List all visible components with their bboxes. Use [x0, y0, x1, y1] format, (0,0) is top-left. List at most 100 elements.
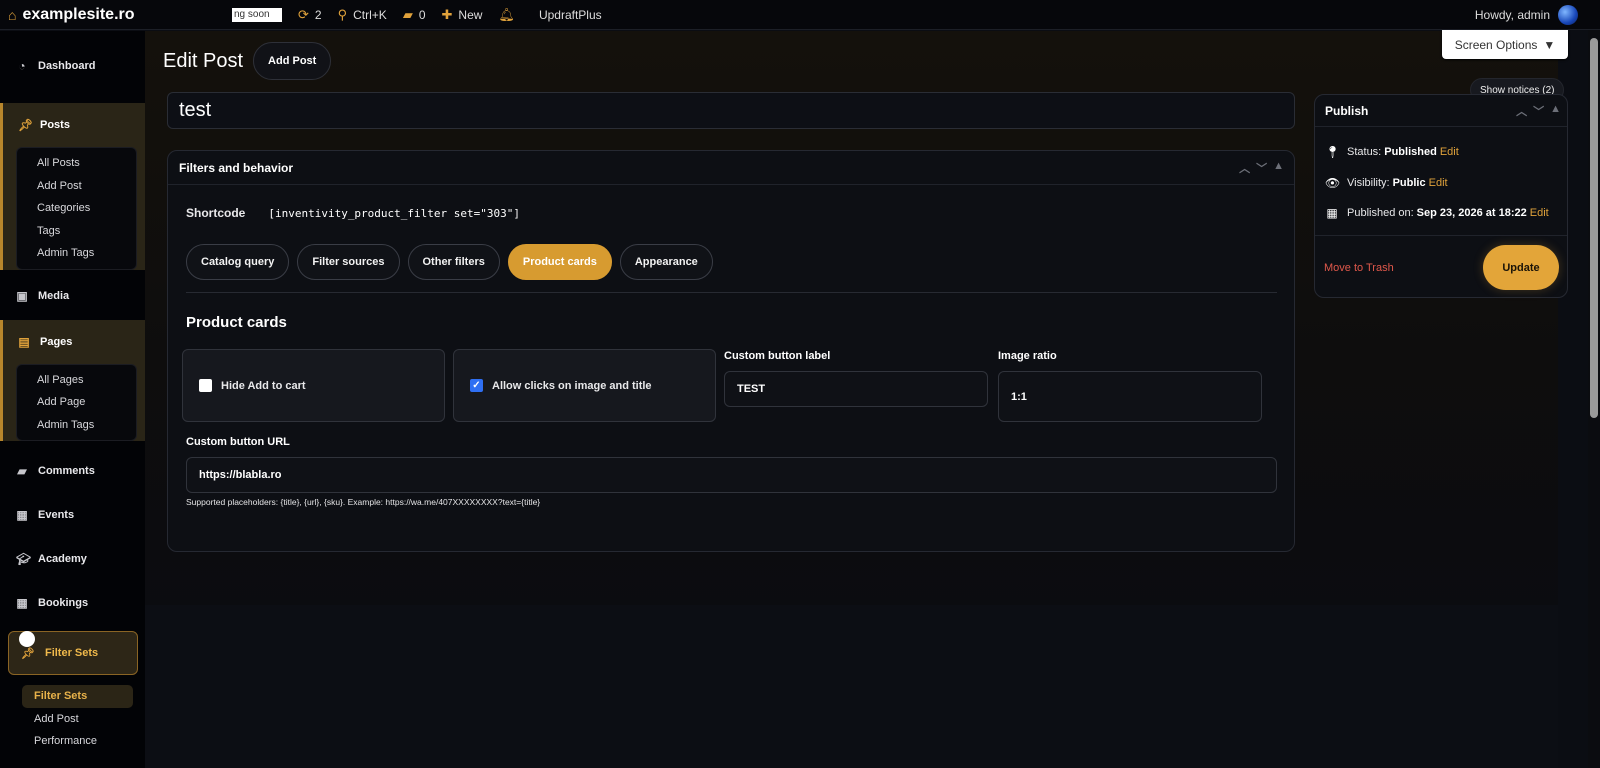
pages-submenu: All Pages Add Page Admin Tags [16, 363, 137, 441]
sidebar-group-posts: 📌︎ Posts All Posts Add Post Categories T… [0, 103, 145, 270]
edit-status-link[interactable]: Edit [1440, 146, 1459, 158]
site-name-link[interactable]: ⌂ examplesite.ro [0, 0, 224, 30]
move-up-icon[interactable]: ︿ [1239, 160, 1250, 176]
admin-sidebar: ◔ Dashboard 📌︎ Posts All Posts Add Post … [0, 31, 145, 768]
admin-bar: ⌂ examplesite.ro ng soon ⟳ 2 ⚲ Ctrl+K ▰ … [0, 0, 1600, 30]
sidebar-item-academy[interactable]: 🎓︎ Academy [0, 537, 145, 581]
submenu-add-post[interactable]: Add Post [18, 708, 137, 731]
hide-add-to-cart-option[interactable]: Hide Add to cart [182, 349, 445, 422]
update-button[interactable]: Update [1483, 245, 1559, 290]
pin-icon: 📍︎ [1325, 145, 1341, 159]
custom-button-url-label: Custom button URL [186, 436, 290, 448]
custom-button-label-input[interactable]: TEST [724, 371, 988, 407]
submenu-filter-sets[interactable]: Filter Sets [22, 685, 133, 708]
tab-filter-sources[interactable]: Filter sources [297, 244, 400, 280]
pushpin-icon: 📌︎ [18, 118, 34, 132]
coming-soon-badge[interactable]: ng soon [224, 0, 290, 30]
divider [186, 292, 1277, 293]
filters-box-header: Filters and behavior ︿ ﹀ ▲ [168, 151, 1294, 185]
submenu-tags[interactable]: Tags [17, 220, 136, 243]
shortcode-value: [inventivity_product_filter set="303"] [268, 206, 521, 220]
calendar-icon: ▦ [16, 508, 28, 522]
sidebar-item-events[interactable]: ▦ Events [0, 493, 145, 537]
custom-button-label-label: Custom button label [724, 350, 831, 362]
media-icon: ▣ [16, 288, 28, 303]
publish-box: Publish ︿ ﹀ ▲ 📍︎ Status: Published Edit … [1314, 94, 1568, 298]
publish-box-header: Publish ︿ ﹀ ▲ [1315, 95, 1567, 127]
search-link[interactable]: ⚲ Ctrl+K [330, 0, 395, 30]
add-post-button[interactable]: Add Post [253, 42, 332, 80]
allow-clicks-checkbox[interactable]: ✓ [470, 379, 483, 392]
move-to-trash-link[interactable]: Move to Trash [1324, 262, 1394, 274]
sidebar-item-comments[interactable]: ▰ Comments [0, 449, 145, 493]
visibility-row: 👁︎ Visibility: Public Edit [1325, 176, 1448, 190]
submenu-categories[interactable]: Categories [17, 197, 136, 220]
submenu-admin-tags[interactable]: Admin Tags [17, 414, 136, 437]
status-row: 📍︎ Status: Published Edit [1325, 145, 1459, 159]
sidebar-item-media[interactable]: ▣ Media [0, 274, 145, 318]
tab-other-filters[interactable]: Other filters [407, 244, 500, 280]
page-title: Edit Post [163, 49, 244, 72]
pages-icon: ▤ [18, 334, 30, 349]
move-down-icon[interactable]: ﹀ [1533, 103, 1544, 119]
submenu-all-posts[interactable]: All Posts [17, 152, 136, 175]
allow-clicks-option[interactable]: ✓ Allow clicks on image and title [453, 349, 716, 422]
page-scrollbar[interactable] [1588, 30, 1600, 768]
sidebar-item-bookings[interactable]: ▦ Bookings [0, 581, 145, 625]
comments-link[interactable]: ▰ 0 [395, 0, 434, 30]
calendar-icon: ▦ [16, 596, 28, 610]
graduation-cap-icon: 🎓︎ [16, 552, 32, 566]
main-footer-area [145, 605, 1558, 768]
dashboard-icon: ◔ [18, 59, 26, 73]
caret-down-icon: ▼ [1543, 37, 1556, 52]
plus-icon: ✚ [441, 6, 453, 22]
updraftplus-link[interactable]: UpdraftPlus [523, 0, 610, 30]
submenu-all-pages[interactable]: All Pages [17, 369, 136, 392]
edit-visibility-link[interactable]: Edit [1429, 177, 1448, 189]
placeholders-help-text: Supported placeholders: {title}, {url}, … [186, 497, 541, 507]
move-down-icon[interactable]: ﹀ [1256, 160, 1267, 176]
page-heading: Edit Post Add Post [163, 42, 332, 80]
settings-tabs: Catalog query Filter sources Other filte… [186, 244, 713, 280]
posts-submenu: All Posts Add Post Categories Tags Admin… [16, 147, 137, 270]
submenu-add-post[interactable]: Add Post [17, 175, 136, 198]
my-account-link[interactable]: Howdy, admin [1467, 0, 1600, 30]
image-ratio-select[interactable]: 1:1 [998, 371, 1262, 422]
collapse-toggle-icon[interactable]: ▲ [1550, 103, 1561, 119]
edit-date-link[interactable]: Edit [1530, 207, 1549, 219]
pushpin-icon: 📌︎ [21, 647, 35, 660]
tab-product-cards[interactable]: Product cards [507, 244, 612, 280]
new-content-link[interactable]: ✚ New [434, 0, 491, 30]
sidebar-item-posts[interactable]: 📌︎ Posts [3, 103, 145, 147]
toggle-dot [19, 631, 35, 647]
eye-icon: 👁︎ [1325, 176, 1341, 190]
comment-icon: ▰ [402, 6, 413, 22]
hide-add-to-cart-checkbox[interactable] [199, 379, 212, 392]
submenu-performance[interactable]: Performance [18, 730, 137, 753]
screen-options-button[interactable]: Screen Options ▼ [1442, 30, 1568, 59]
scrollbar-thumb[interactable] [1590, 38, 1598, 418]
image-ratio-label: Image ratio [998, 350, 1057, 362]
section-title: Product cards [186, 314, 287, 331]
tab-catalog-query[interactable]: Catalog query [186, 244, 290, 280]
move-up-icon[interactable]: ︿ [1516, 103, 1527, 119]
calendar-icon: ▦ [1326, 206, 1338, 220]
sidebar-group-pages: ▤ Pages All Pages Add Page Admin Tags [0, 319, 145, 441]
post-title-input[interactable]: test [167, 92, 1295, 129]
shortcode-row: Shortcode [inventivity_product_filter se… [186, 206, 521, 220]
bell-icon: 🔔︎ [498, 6, 515, 22]
submenu-admin-tags[interactable]: Admin Tags [17, 242, 136, 265]
sidebar-item-pages[interactable]: ▤ Pages [3, 320, 145, 364]
submenu-add-page[interactable]: Add Page [17, 391, 136, 414]
collapse-toggle-icon[interactable]: ▲ [1273, 160, 1284, 176]
tab-appearance[interactable]: Appearance [619, 244, 713, 280]
updates-link[interactable]: ⟳ 2 [290, 0, 330, 30]
comment-icon: ▰ [17, 464, 27, 478]
filter-sets-submenu: Filter Sets Add Post Performance [18, 681, 137, 757]
search-icon: ⚲ [337, 6, 348, 22]
sidebar-item-dashboard[interactable]: ◔ Dashboard [0, 31, 145, 101]
custom-button-url-input[interactable]: https://blabla.ro [186, 457, 1277, 493]
notifications-link[interactable]: 🔔︎ [490, 0, 523, 30]
sidebar-item-filter-sets[interactable]: 📌︎ Filter Sets [8, 631, 138, 675]
avatar [1558, 4, 1578, 25]
